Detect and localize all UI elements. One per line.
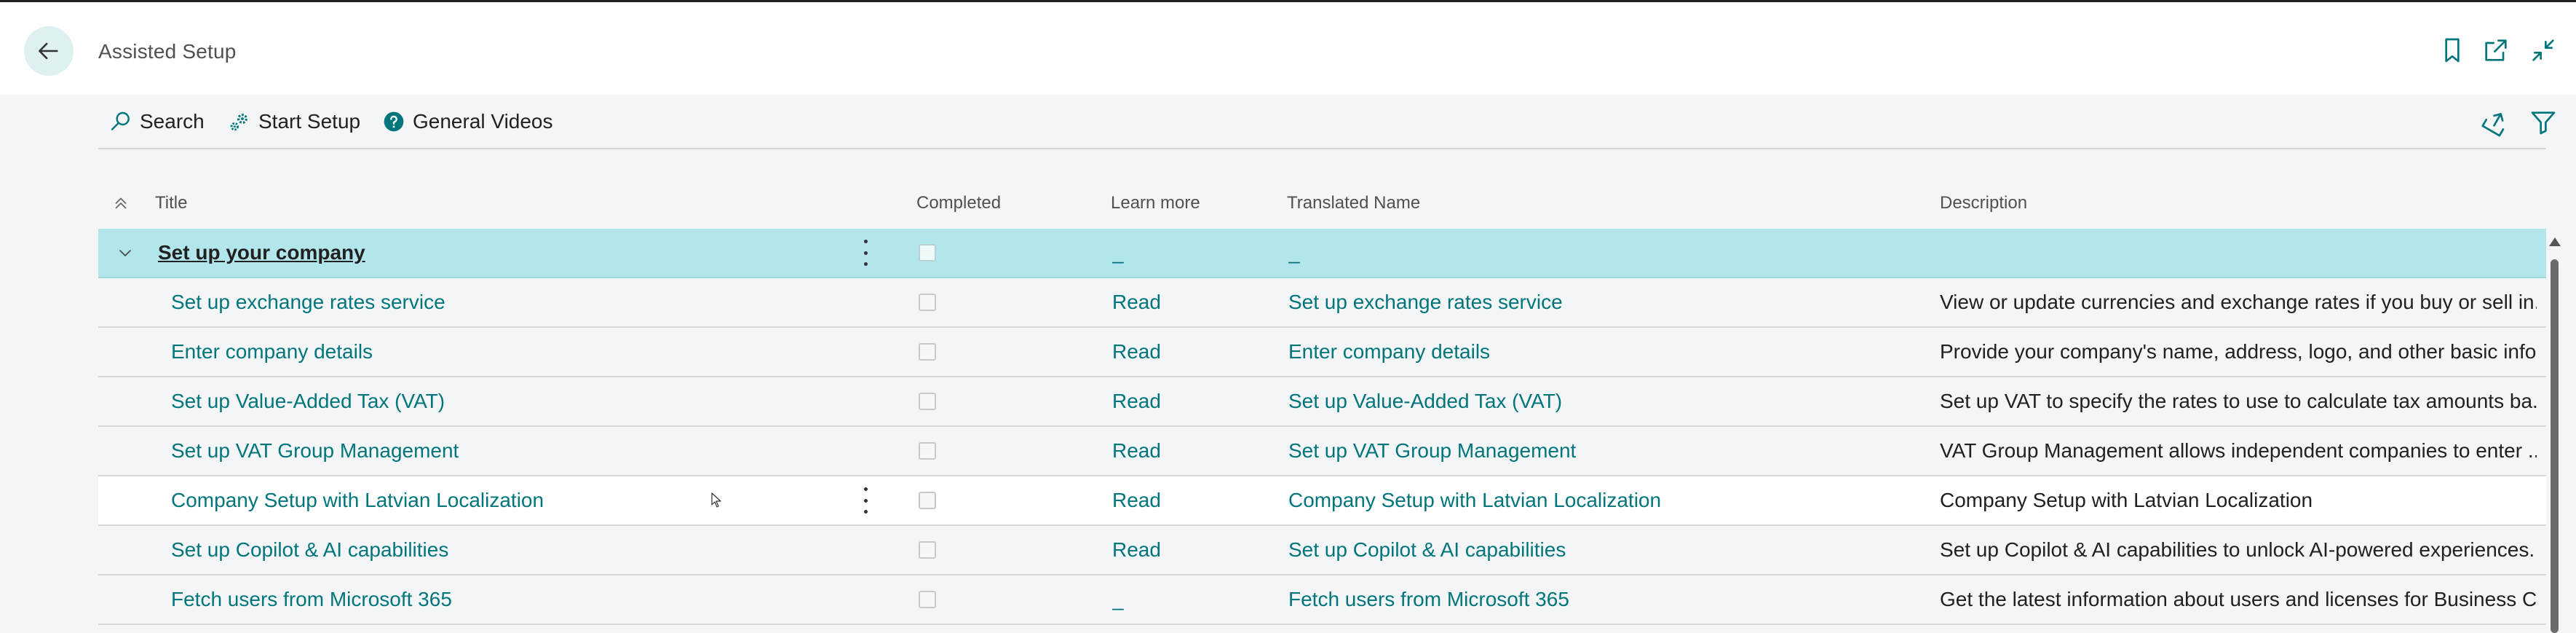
completed-checkbox[interactable] xyxy=(919,541,936,559)
list-row[interactable]: Set up Copilot & AI capabilities Read Se… xyxy=(98,526,2546,575)
row-title-link[interactable]: Enter company details xyxy=(171,328,373,376)
column-header-translated-name[interactable]: Translated Name xyxy=(1287,179,1420,227)
search-label: Search xyxy=(140,110,205,133)
row-menu-button[interactable] xyxy=(861,229,870,277)
completed-cell xyxy=(919,476,936,524)
learn-more-link[interactable]: Read xyxy=(1112,377,1161,425)
list-row[interactable]: Fetch users from Microsoft 365 _ Fetch u… xyxy=(98,575,2546,625)
completed-checkbox[interactable] xyxy=(919,591,936,608)
learn-more-link[interactable]: Read xyxy=(1112,526,1161,574)
description-text: Set up Copilot & AI capabilities to unlo… xyxy=(1940,538,2535,561)
action-bar-divider xyxy=(98,148,2546,149)
bookmark-icon[interactable] xyxy=(2438,36,2467,65)
scroll-up-arrow-icon[interactable] xyxy=(2549,237,2561,246)
gears-icon xyxy=(230,114,247,131)
completed-checkbox[interactable] xyxy=(919,244,936,262)
collapse-icon[interactable] xyxy=(2529,36,2558,65)
learn-more-link[interactable]: Read xyxy=(1112,476,1161,524)
list-row[interactable]: Enter company details Read Enter company… xyxy=(98,328,2546,377)
translated-name-link[interactable]: Enter company details xyxy=(1288,328,1490,376)
completed-checkbox[interactable] xyxy=(919,492,936,509)
row-menu-button[interactable] xyxy=(861,476,870,524)
description-text: Provide your company's name, address, lo… xyxy=(1940,340,2537,363)
learn-more-link[interactable]: Read xyxy=(1112,278,1161,326)
learn-more-link[interactable]: _ xyxy=(1112,575,1124,624)
description-text: Company Setup with Latvian Localization xyxy=(1940,489,2313,511)
translated-name-link[interactable]: Set up VAT Group Management xyxy=(1288,427,1576,475)
group-row[interactable]: Set up your company _ _ xyxy=(98,229,2546,278)
search-button[interactable]: Search xyxy=(109,106,205,138)
description-text: Get the latest information about users a… xyxy=(1940,588,2537,610)
general-videos-button[interactable]: General Videos xyxy=(382,106,553,138)
column-header-completed[interactable]: Completed xyxy=(916,179,1001,227)
double-chevron-up-icon xyxy=(115,197,127,209)
more-options-icon xyxy=(861,487,870,514)
row-title-link[interactable]: Set up VAT Group Management xyxy=(171,427,459,475)
arrow-left-icon xyxy=(38,42,58,60)
row-title-link[interactable]: Set up Copilot & AI capabilities xyxy=(171,526,448,574)
description-text: Set up VAT to specify the rates to use t… xyxy=(1940,390,2537,412)
vertical-scrollbar[interactable] xyxy=(2548,235,2561,633)
group-title[interactable]: Set up your company xyxy=(158,229,365,277)
learn-more-link[interactable]: Read xyxy=(1112,328,1161,376)
mouse-cursor xyxy=(711,476,723,524)
open-new-window-icon[interactable] xyxy=(2481,36,2510,65)
action-bar: Search Start Setup General Videos xyxy=(0,95,2576,149)
collapse-all-button[interactable] xyxy=(111,179,130,227)
completed-cell xyxy=(919,427,936,475)
list-row-hovered[interactable]: Company Setup with Latvian Localization … xyxy=(98,476,2546,526)
column-header-description[interactable]: Description xyxy=(1940,179,2027,227)
list-row[interactable]: Set up Value-Added Tax (VAT) Read Set up… xyxy=(98,377,2546,427)
row-title-link[interactable]: Fetch users from Microsoft 365 xyxy=(171,575,452,624)
cursor-arrow-icon xyxy=(711,492,721,508)
column-header-title[interactable]: Title xyxy=(155,179,187,227)
completed-checkbox[interactable] xyxy=(919,442,936,460)
completed-cell xyxy=(919,278,936,326)
translated-name-link[interactable]: Set up Value-Added Tax (VAT) xyxy=(1288,377,1562,425)
completed-cell xyxy=(919,328,936,376)
completed-cell xyxy=(919,575,936,624)
page-title: Assisted Setup xyxy=(98,40,237,63)
completed-checkbox[interactable] xyxy=(919,343,936,361)
start-setup-label: Start Setup xyxy=(258,110,361,133)
group-expand-toggle[interactable] xyxy=(116,229,134,277)
more-options-icon xyxy=(861,240,870,266)
list-row[interactable]: Set up VAT Group Management Read Set up … xyxy=(98,427,2546,476)
completed-cell xyxy=(919,377,936,425)
help-circle-icon xyxy=(384,111,404,132)
translated-name-link[interactable]: Set up Copilot & AI capabilities xyxy=(1288,526,1566,574)
description-text: VAT Group Management allows independent … xyxy=(1940,439,2537,462)
row-title-link[interactable]: Set up Value-Added Tax (VAT) xyxy=(171,377,445,425)
description-text: View or update currencies and exchange r… xyxy=(1940,291,2537,313)
row-title-link[interactable]: Company Setup with Latvian Localization xyxy=(171,476,544,524)
page-header: Assisted Setup xyxy=(0,2,2576,95)
completed-checkbox[interactable] xyxy=(919,294,936,311)
completed-cell xyxy=(919,229,936,277)
scrollbar-thumb[interactable] xyxy=(2551,259,2559,633)
completed-checkbox[interactable] xyxy=(919,393,936,410)
filter-icon[interactable] xyxy=(2529,108,2558,137)
learn-more-link[interactable]: Read xyxy=(1112,427,1161,475)
translated-name-link[interactable]: Company Setup with Latvian Localization xyxy=(1288,476,1661,524)
chevron-down-icon xyxy=(119,250,131,256)
row-title-link[interactable]: Set up exchange rates service xyxy=(171,278,445,326)
share-icon[interactable] xyxy=(2481,108,2510,137)
learn-more-link[interactable]: _ xyxy=(1112,229,1124,277)
search-icon xyxy=(111,111,130,130)
translated-name-link[interactable]: Fetch users from Microsoft 365 xyxy=(1288,575,1569,624)
column-header-learn-more[interactable]: Learn more xyxy=(1111,179,1200,227)
translated-name-value[interactable]: _ xyxy=(1288,229,1300,277)
general-videos-label: General Videos xyxy=(413,110,553,133)
back-button[interactable] xyxy=(24,26,74,76)
completed-cell xyxy=(919,526,936,574)
translated-name-link[interactable]: Set up exchange rates service xyxy=(1288,278,1563,326)
list-row[interactable]: Set up exchange rates service Read Set u… xyxy=(98,278,2546,328)
start-setup-button[interactable]: Start Setup xyxy=(228,106,360,138)
